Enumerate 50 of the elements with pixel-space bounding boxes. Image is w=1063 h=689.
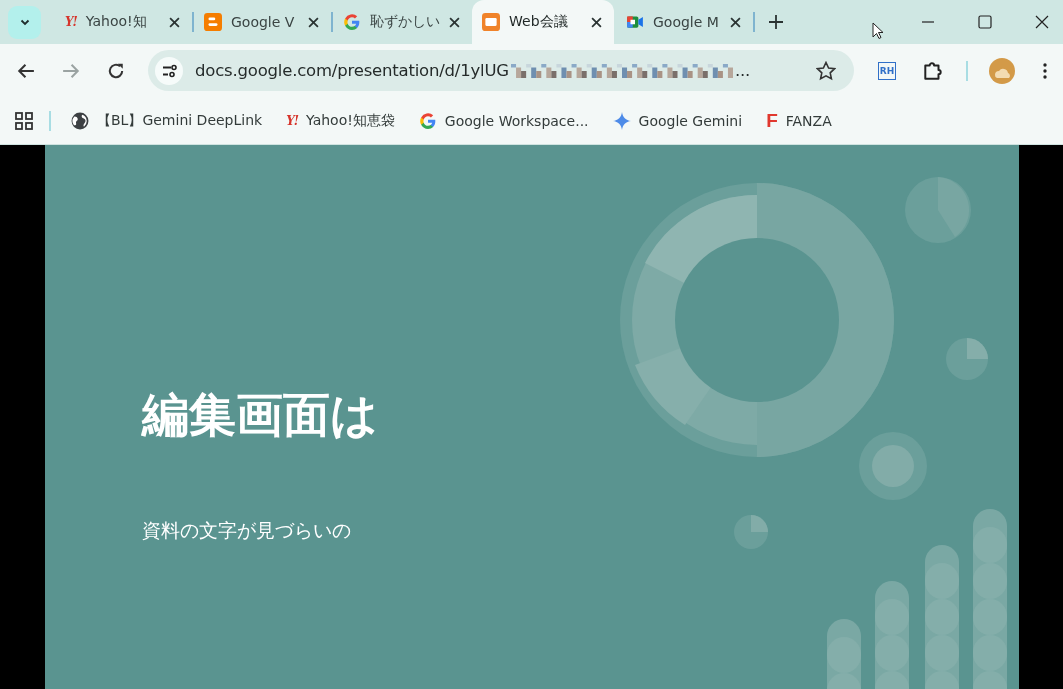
globe-icon: [71, 111, 89, 130]
extension-icon[interactable]: RH: [878, 61, 896, 80]
bookmark-item[interactable]: Y! Yahoo!知恵袋: [286, 111, 395, 130]
blogger-icon: [204, 13, 222, 31]
site-settings-icon[interactable]: [155, 56, 183, 85]
tab-title: Web会議: [509, 13, 569, 31]
browser-tab[interactable]: Google V: [194, 0, 331, 44]
tab-title: 恥ずかしい: [370, 13, 440, 31]
maximize-icon[interactable]: [978, 15, 992, 29]
close-icon[interactable]: [449, 16, 460, 28]
google-icon: [418, 111, 437, 130]
sparkle-icon: [612, 111, 631, 130]
slide-subtitle: 資料の文字が見づらいの: [141, 519, 351, 543]
video-camera-icon: [626, 13, 644, 31]
tab-title: Google M: [653, 14, 720, 30]
yahoo-logo-icon: Y!: [65, 15, 77, 29]
bookmark-item[interactable]: F FANZA: [766, 109, 832, 132]
google-icon: [343, 13, 361, 31]
address-bar[interactable]: docs.google.com/presentation/d/1ylUG ...: [148, 50, 854, 91]
tab-title: Yahoo!知: [85, 13, 148, 31]
yahoo-logo-icon: Y!: [286, 113, 298, 128]
close-icon[interactable]: [730, 16, 741, 28]
bookmark-label: Yahoo!知恵袋: [306, 111, 395, 130]
browser-tab[interactable]: Google M: [616, 0, 753, 44]
browser-tab[interactable]: Y! Yahoo!知: [55, 0, 192, 44]
bookmark-item[interactable]: Google Gemini: [612, 111, 743, 130]
url-text: docs.google.com/presentation/d/1ylUG: [195, 61, 509, 80]
close-icon[interactable]: [591, 16, 602, 28]
reload-icon[interactable]: [107, 61, 125, 80]
close-icon[interactable]: [1035, 15, 1049, 29]
bookmark-label: Google Gemini: [638, 112, 743, 129]
slides-icon: [482, 13, 500, 31]
back-arrow-icon[interactable]: [17, 61, 35, 80]
puzzle-piece-icon[interactable]: [922, 59, 944, 82]
browser-tab[interactable]: 恥ずかしい: [333, 0, 470, 44]
bookmark-star-icon[interactable]: [816, 60, 836, 81]
browser-tab[interactable]: Web会議: [472, 0, 614, 44]
bookmark-item[interactable]: Google Workspace...: [418, 111, 589, 130]
bookmark-label: FANZA: [785, 112, 832, 129]
url-ellipsis: ...: [734, 61, 751, 80]
new-tab-icon[interactable]: [769, 15, 783, 29]
menu-icon[interactable]: [1043, 62, 1047, 79]
apps-grid-icon[interactable]: [15, 111, 33, 130]
tab-title: Google V: [231, 14, 296, 30]
bookmark-label: Google Workspace...: [444, 112, 589, 129]
fanza-logo-icon: F: [766, 109, 778, 132]
close-icon[interactable]: [308, 16, 319, 28]
slide-title: 編集画面は: [141, 387, 378, 443]
close-icon[interactable]: [169, 16, 180, 28]
mouse-cursor-icon: [872, 22, 884, 40]
